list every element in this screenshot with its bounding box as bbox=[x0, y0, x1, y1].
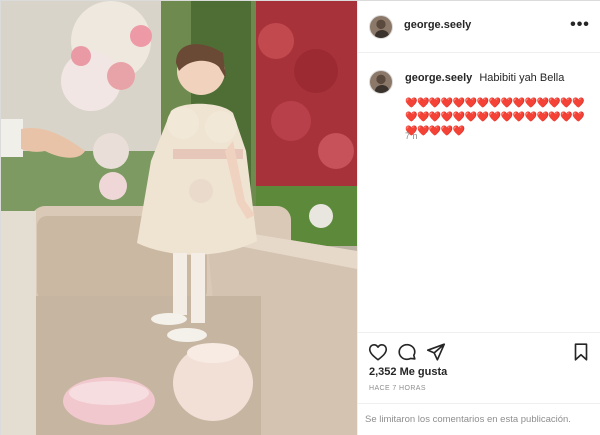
likes-count[interactable]: 2,352 Me gusta bbox=[369, 366, 447, 378]
caption-avatar[interactable] bbox=[369, 70, 393, 94]
avatar[interactable] bbox=[369, 15, 393, 39]
post-actions: 2,352 Me gusta HACE 7 HORAS Se limitaron… bbox=[358, 332, 600, 435]
heart-outline-icon[interactable] bbox=[367, 341, 389, 363]
more-horizontal-icon[interactable]: ••• bbox=[570, 15, 590, 35]
caption-text: Habibiti yah Bella bbox=[479, 72, 565, 84]
post-timestamp[interactable]: HACE 7 HORAS bbox=[369, 385, 426, 392]
caption-username[interactable]: george.seely bbox=[405, 72, 472, 84]
photo-illustration bbox=[1, 1, 357, 435]
caption-timestamp[interactable]: 7 h bbox=[405, 131, 418, 141]
paper-plane-icon[interactable] bbox=[425, 341, 447, 363]
comment-bubble-icon[interactable] bbox=[396, 341, 418, 363]
comments-limited-notice: Se limitaron los comentarios en esta pub… bbox=[358, 403, 600, 435]
post-photo[interactable] bbox=[1, 1, 357, 435]
caption-hearts: ❤️❤️❤️❤️❤️❤️❤️❤️❤️❤️❤️❤️❤️❤️❤️❤️❤️❤️❤️❤️… bbox=[405, 98, 585, 137]
post-header: george.seely ••• bbox=[358, 1, 600, 53]
bookmark-icon[interactable] bbox=[570, 341, 592, 363]
caption-section: george.seely Habibiti yah Bella ❤️❤️❤️❤️… bbox=[358, 54, 600, 331]
instagram-post: george.seely ••• george.seely Habibiti y… bbox=[0, 0, 600, 435]
header-username[interactable]: george.seely bbox=[404, 19, 471, 31]
post-sidebar: george.seely ••• george.seely Habibiti y… bbox=[357, 1, 600, 435]
caption: george.seely Habibiti yah Bella bbox=[405, 71, 595, 85]
